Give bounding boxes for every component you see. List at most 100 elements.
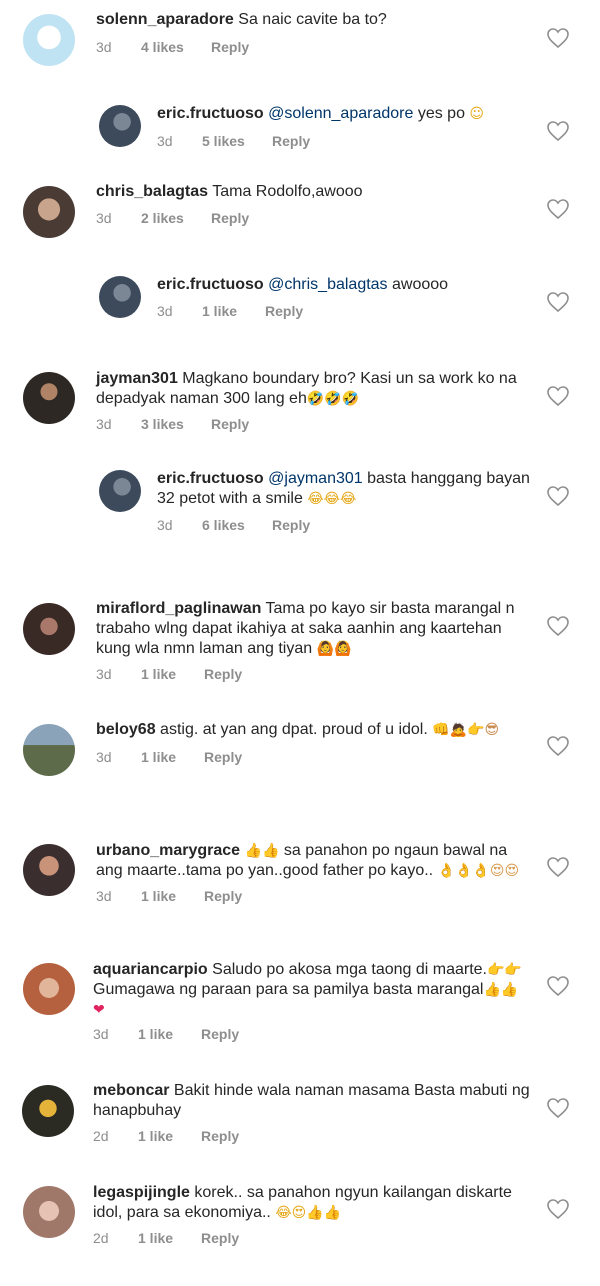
comment-username[interactable]: chris_balagtas [96,183,208,200]
heart-icon[interactable] [546,385,570,407]
reply-button[interactable]: Reply [204,888,242,904]
avatar[interactable] [99,105,141,147]
like-count[interactable]: 1 like [138,1230,173,1246]
comment-body: awoooo [392,276,449,293]
like-count[interactable]: 1 like [141,888,176,904]
avatar[interactable] [99,276,141,318]
heart-icon[interactable] [546,856,570,878]
comment-text: jayman301 Magkano boundary bro? Kasi un … [96,369,530,409]
reply-button[interactable]: Reply [201,1230,239,1246]
comment-body: Saludo po akosa mga taong di maarte. [212,961,487,978]
reply-button[interactable]: Reply [265,303,303,319]
reply-button[interactable]: Reply [201,1026,239,1042]
comment-username[interactable]: beloy68 [96,721,156,738]
like-count[interactable]: 1 like [141,749,176,765]
emoji: 👉👉 [487,962,522,978]
comment-username[interactable]: eric.fructuoso [157,470,264,487]
comment-time: 3d [157,303,173,319]
heart-icon[interactable] [546,615,570,637]
like-count[interactable]: 4 likes [141,39,184,55]
comment-time: 2d [93,1230,109,1246]
comment-text: eric.fructuoso @jayman301 basta hanggang… [157,469,530,509]
heart-icon[interactable] [546,27,570,49]
avatar[interactable] [23,1186,75,1238]
comment-time: 3d [96,39,112,55]
avatar[interactable] [23,372,75,424]
avatar[interactable] [23,844,75,896]
comment-username[interactable]: solenn_aparadore [96,11,234,28]
comment-username[interactable]: aquariancarpio [93,961,208,978]
emoji: 😂😍👍👍 [275,1205,342,1221]
comment-body-continued: Gumagawa ng paraan para sa pamilya basta… [93,981,484,998]
like-count[interactable]: 5 likes [202,133,245,149]
reply-button[interactable]: Reply [211,210,249,226]
emoji: 🤣🤣🤣 [306,391,360,407]
emoji: 😂😂😂 [307,491,357,507]
comment-text: chris_balagtas Tama Rodolfo,awooo [96,182,530,202]
heart-icon[interactable] [546,485,570,507]
comment-text: aquariancarpio Saludo po akosa mga taong… [93,960,530,1020]
like-count[interactable]: 6 likes [202,517,245,533]
comment-text: miraflord_paglinawan Tama po kayo sir ba… [96,599,530,659]
like-count[interactable]: 1 like [138,1026,173,1042]
heart-icon[interactable] [546,1097,570,1119]
heart-icon[interactable] [546,198,570,220]
mention-link[interactable]: @solenn_aparadore [268,105,413,122]
reply-button[interactable]: Reply [201,1128,239,1144]
like-count[interactable]: 3 likes [141,416,184,432]
comment-text: solenn_aparadore Sa naic cavite ba to? [96,10,530,30]
comment-time: 3d [96,416,112,432]
heart-emoji: ❤ [93,1002,105,1018]
like-count[interactable]: 2 likes [141,210,184,226]
heart-icon[interactable] [546,735,570,757]
comment-time: 3d [96,749,112,765]
comment-body: Tama Rodolfo,awooo [212,183,363,200]
like-count[interactable]: 1 like [202,303,237,319]
comment-username[interactable]: eric.fructuoso [157,105,264,122]
heart-icon[interactable] [546,1198,570,1220]
comment-time: 3d [157,133,173,149]
reply-button[interactable]: Reply [204,666,242,682]
avatar[interactable] [22,1085,74,1137]
emoji: ☺ [469,106,485,122]
reply-button[interactable]: Reply [204,749,242,765]
comment-username[interactable]: eric.fructuoso [157,276,264,293]
comment-body: astig. at yan ang dpat. proud of u idol. [160,721,428,738]
emoji: 👌👌👌😍😍 [437,863,520,879]
avatar[interactable] [23,14,75,66]
heart-icon[interactable] [546,975,570,997]
heart-icon[interactable] [546,291,570,313]
mention-link[interactable]: @chris_balagtas [268,276,387,293]
reply-button[interactable]: Reply [211,416,249,432]
reply-button[interactable]: Reply [272,517,310,533]
avatar[interactable] [23,186,75,238]
comment-username[interactable]: urbano_marygrace [96,842,240,859]
comment-time: 3d [96,210,112,226]
comment-username[interactable]: legaspijingle [93,1184,190,1201]
avatar[interactable] [23,963,75,1015]
comment-text: eric.fructuoso @solenn_aparadore yes po … [157,104,530,124]
emoji: 👍👍 [483,982,519,998]
like-count[interactable]: 1 like [138,1128,173,1144]
emoji: 👊🙇👉😎 [432,722,500,738]
mention-link[interactable]: @jayman301 [268,470,363,487]
avatar[interactable] [99,470,141,512]
comment-time: 3d [157,517,173,533]
comment-username[interactable]: jayman301 [96,370,178,387]
comment-text: eric.fructuoso @chris_balagtas awoooo [157,275,530,295]
comment-text: beloy68 astig. at yan ang dpat. proud of… [96,720,530,740]
heart-icon[interactable] [546,120,570,142]
comment-time: 3d [96,666,112,682]
comment-body: yes po [417,105,465,122]
avatar[interactable] [23,724,75,776]
reply-button[interactable]: Reply [211,39,249,55]
comment-username[interactable]: miraflord_paglinawan [96,600,261,617]
comment-text: urbano_marygrace 👍👍 sa panahon po ngaun … [96,841,530,881]
reply-button[interactable]: Reply [272,133,310,149]
comment-time: 3d [96,888,112,904]
comment-text: legaspijingle korek.. sa panahon ngyun k… [93,1183,530,1223]
avatar[interactable] [23,603,75,655]
comment-username[interactable]: meboncar [93,1082,169,1099]
like-count[interactable]: 1 like [141,666,176,682]
emoji: 🙆🙆 [316,641,352,657]
